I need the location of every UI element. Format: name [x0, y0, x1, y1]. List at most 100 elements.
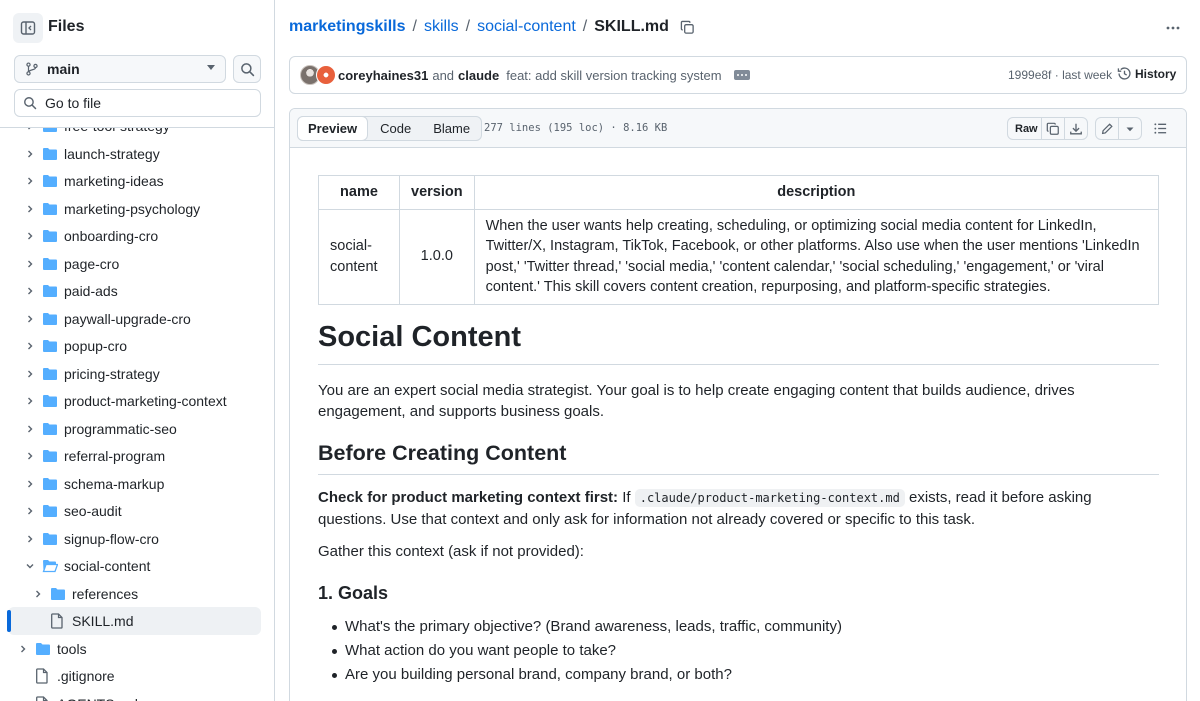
breadcrumb-current-file: SKILL.md [594, 18, 669, 35]
avatar[interactable] [316, 65, 336, 85]
folder-icon [35, 641, 51, 657]
tree-folder-marketing-ideas[interactable]: marketing-ideas [8, 167, 261, 195]
kebab-horizontal-icon [1166, 26, 1180, 30]
branch-selector[interactable]: main [14, 55, 226, 83]
table-cell-description: When the user wants help creating, sched… [473, 208, 1160, 305]
chevron-right-icon [30, 586, 46, 602]
tree-item-label: pricing-strategy [64, 365, 160, 382]
tree-item-label: seo-audit [64, 503, 122, 519]
chevron-right-icon [22, 283, 38, 299]
breadcrumb-separator: / [412, 18, 417, 35]
folder-icon [42, 476, 58, 492]
folder-icon [42, 338, 58, 354]
tree-folder-tools[interactable]: tools [8, 635, 261, 663]
tree-folder-programmatic-seo[interactable]: programmatic-seo [8, 415, 261, 443]
tree-folder-signup-flow-cro[interactable]: signup-flow-cro [8, 525, 261, 553]
chevron-right-icon [22, 393, 38, 409]
tree-folder-referral-program[interactable]: referral-program [8, 442, 261, 470]
folder-icon [50, 586, 66, 602]
selected-indicator [7, 610, 11, 632]
heading-1: Social Content [318, 321, 1159, 365]
commit-author-link[interactable]: coreyhaines31 [338, 68, 428, 83]
tree-item-label: page-cro [64, 255, 120, 272]
tree-folder-paywall-upgrade-cro[interactable]: paywall-upgrade-cro [8, 305, 261, 333]
context-bold-label: Check for product marketing context firs… [318, 489, 619, 506]
chevron-right-icon [22, 173, 38, 189]
tree-item-label: popup-cro [64, 338, 128, 354]
tree-file-gitignore[interactable]: .gitignore [8, 662, 261, 690]
tree-folder-schema-markup[interactable]: schema-markup [8, 470, 261, 498]
tree-folder-paid-ads[interactable]: paid-ads [8, 277, 261, 305]
tree-folder-product-marketing-context[interactable]: product-marketing-context [8, 387, 261, 415]
collapse-sidebar-button[interactable] [13, 13, 43, 43]
outline-button[interactable] [1148, 117, 1172, 140]
history-button[interactable]: History [1117, 66, 1176, 81]
commit-coauthor-link[interactable]: claude [458, 68, 499, 83]
expand-commit-button[interactable] [733, 70, 750, 80]
tree-file-skill-md[interactable]: SKILL.md [8, 607, 261, 635]
commit-time: last week [1062, 68, 1113, 82]
tree-folder-social-content[interactable]: social-content [8, 552, 261, 580]
more-options-button[interactable] [1158, 13, 1188, 43]
tree-file-agents-md[interactable]: AGENTS.md [8, 690, 261, 701]
tree-folder-seo-audit[interactable]: seo-audit [8, 497, 261, 525]
breadcrumb-separator: / [465, 18, 471, 35]
tab-code[interactable]: Code [368, 117, 423, 140]
commit-sha-link[interactable]: 1999e8f [1008, 68, 1051, 82]
raw-button[interactable]: Raw [1007, 117, 1046, 140]
chevron-right-icon [15, 641, 31, 657]
tree-folder-page-cro[interactable]: page-cro [8, 250, 261, 278]
file-toolbar: Preview Code Blame 277 lines (195 loc) ·… [290, 109, 1186, 148]
chevron-right-icon [22, 228, 38, 244]
tree-folder-onboarding-cro[interactable]: onboarding-cro [8, 222, 261, 250]
tree-item-label: SKILL.md [72, 613, 134, 629]
folder-icon [42, 173, 58, 189]
folder-icon [42, 283, 58, 299]
sidebar-header: Files main Go to file [0, 0, 274, 128]
breadcrumb-repo-link[interactable]: marketingskills [289, 18, 406, 36]
commit-message-link[interactable]: feat: add skill version tracking system [506, 68, 721, 83]
copy-raw-button[interactable] [1041, 117, 1065, 140]
download-button[interactable] [1064, 117, 1088, 140]
list-item: What's the primary objective? (Brand awa… [318, 618, 842, 635]
breadcrumb-link-skills[interactable]: skills [424, 18, 459, 36]
tree-item-label: social-content [64, 558, 151, 574]
folder-icon [42, 531, 58, 547]
edit-file-button[interactable] [1095, 117, 1119, 140]
tree-item-label: marketing-ideas [64, 173, 164, 189]
breadcrumb: marketingskills / skills / social-conten… [289, 18, 695, 36]
heading-3: 1. Goals [318, 583, 389, 603]
breadcrumb-link-social-content[interactable]: social-content [477, 18, 576, 36]
folder-icon [42, 228, 58, 244]
triangle-down-icon [1126, 127, 1134, 131]
tab-blame[interactable]: Blame [423, 117, 481, 140]
tab-preview[interactable]: Preview [297, 116, 369, 141]
tree-item-label: product-marketing-context [64, 393, 227, 409]
tree-folder-pricing-strategy[interactable]: pricing-strategy [8, 360, 261, 388]
tree-folder-launch-strategy[interactable]: launch-strategy [8, 140, 261, 168]
chevron-right-icon [22, 201, 38, 217]
chevron-right-icon [22, 338, 38, 354]
tree-item-label: marketing-psychology [64, 200, 201, 217]
go-to-file-input[interactable]: Go to file [14, 89, 261, 117]
commit-meta: 1999e8f · last week [1008, 68, 1113, 82]
tree-folder-marketing-psychology[interactable]: marketing-psychology [8, 195, 261, 223]
list-unordered-icon [1153, 123, 1166, 134]
tree-folder-popup-cro[interactable]: popup-cro [8, 332, 261, 360]
list-item: Are you building personal brand, company… [318, 666, 732, 683]
commit-and-text: and [432, 67, 455, 83]
tree-item-label: programmatic-seo [64, 420, 177, 437]
copy-path-button[interactable] [680, 20, 695, 35]
sidebar-collapse-icon [20, 21, 36, 35]
search-button[interactable] [233, 55, 261, 83]
context-if-text: If [622, 489, 631, 506]
search-icon [24, 97, 37, 110]
tree-item-label: tools [57, 640, 87, 657]
view-mode-tabs: Preview Code Blame [297, 116, 483, 141]
chevron-right-icon [22, 531, 38, 547]
tree-item-label: paywall-upgrade-cro [64, 310, 191, 327]
edit-options-dropdown[interactable] [1118, 117, 1142, 140]
tree-folder-references[interactable]: references [8, 580, 261, 608]
